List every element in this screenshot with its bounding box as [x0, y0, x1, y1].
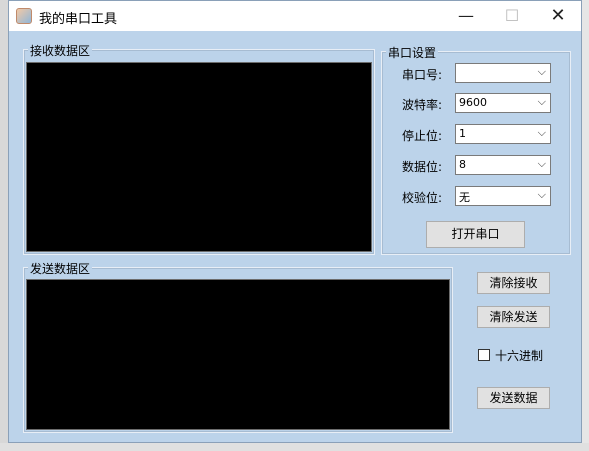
receive-data-textarea[interactable] [26, 62, 372, 252]
chevron-down-icon: ⌵ [537, 188, 546, 201]
clear-receive-button[interactable]: 清除接收 [477, 272, 550, 294]
window-title: 我的串口工具 [39, 12, 118, 27]
clear-send-button[interactable]: 清除发送 [477, 306, 550, 328]
close-button[interactable]: ✕ [535, 1, 581, 31]
data-bits-combobox[interactable]: 8 ⌵ [455, 155, 551, 175]
baud-rate-label: 波特率: [401, 98, 442, 112]
baud-rate-value: 9600 [459, 96, 487, 109]
parity-value: 无 [459, 191, 470, 204]
stop-bits-combobox[interactable]: 1 ⌵ [455, 124, 551, 144]
send-data-button[interactable]: 发送数据 [477, 387, 550, 409]
chevron-down-icon: ⌵ [537, 157, 546, 170]
data-bits-label: 数据位: [401, 160, 442, 174]
chevron-down-icon: ⌵ [537, 126, 546, 139]
serial-settings-group: 串口设置 串口号: ⌵ 波特率: 9600 ⌵ 停止位: 1 ⌵ 数据位: 8 … [381, 44, 571, 255]
chevron-down-icon: ⌵ [537, 95, 546, 108]
hex-label[interactable]: 十六进制 [495, 347, 543, 364]
data-bits-value: 8 [459, 158, 466, 171]
background-left-edge [0, 0, 8, 451]
send-data-label: 发送数据区 [28, 260, 93, 277]
maximize-button[interactable]: ☐ [489, 1, 535, 31]
minimize-button[interactable]: — [443, 1, 489, 31]
serial-settings-label: 串口设置 [386, 44, 439, 61]
port-label: 串口号: [401, 68, 442, 82]
parity-label: 校验位: [401, 191, 442, 205]
background-bottom-edge [0, 443, 589, 451]
app-icon [16, 8, 32, 24]
chevron-down-icon: ⌵ [537, 65, 546, 78]
receive-data-label: 接收数据区 [28, 42, 93, 59]
baud-rate-combobox[interactable]: 9600 ⌵ [455, 93, 551, 113]
serial-tool-window: 我的串口工具 — ☐ ✕ 接收数据区 串口设置 串口号: ⌵ 波特率: 9600… [8, 0, 582, 443]
open-port-button[interactable]: 打开串口 [426, 221, 525, 248]
receive-data-group: 接收数据区 [23, 42, 375, 255]
send-data-group: 发送数据区 [23, 260, 453, 433]
stop-bits-label: 停止位: [401, 129, 442, 143]
port-combobox[interactable]: ⌵ [455, 63, 551, 83]
send-data-textarea[interactable] [26, 279, 450, 430]
title-bar[interactable]: 我的串口工具 — ☐ ✕ [9, 1, 581, 31]
stop-bits-value: 1 [459, 127, 466, 140]
parity-combobox[interactable]: 无 ⌵ [455, 186, 551, 206]
hex-checkbox[interactable] [478, 349, 490, 361]
